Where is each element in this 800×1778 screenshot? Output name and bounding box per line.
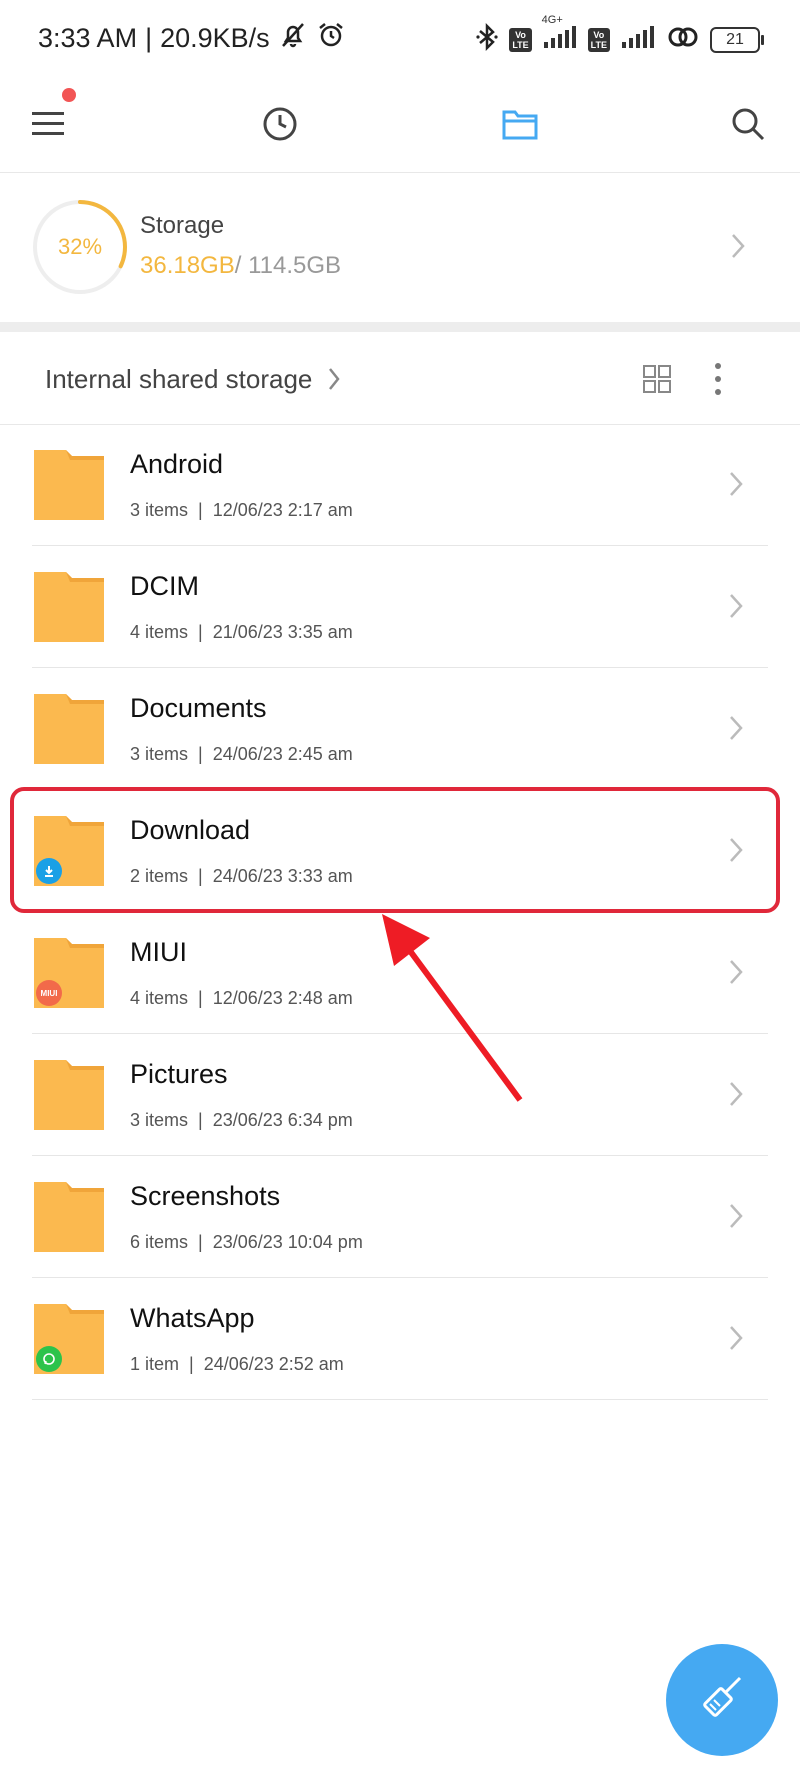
folder-row-dcim[interactable]: DCIM 4 items | 21/06/23 3:35 am xyxy=(0,546,800,668)
folder-meta: 3 items | 23/06/23 6:34 pm xyxy=(130,1110,353,1130)
folder-name: Pictures xyxy=(130,1059,228,1089)
more-options-icon[interactable] xyxy=(712,362,724,401)
folder-icon xyxy=(34,694,104,764)
storage-sizes: 36.18GB/ 114.5GB xyxy=(140,252,341,280)
hotspot-link-icon xyxy=(666,23,700,56)
breadcrumb-current[interactable]: Internal shared storage xyxy=(45,364,312,395)
status-separator: | xyxy=(145,23,153,53)
folder-icon xyxy=(34,572,104,642)
folder-name: DCIM xyxy=(130,571,199,601)
breadcrumb: Internal shared storage xyxy=(0,332,800,425)
battery-indicator: 21 xyxy=(710,26,764,53)
highlight-box xyxy=(10,787,780,913)
volte-badge-2: Vo LTE xyxy=(587,27,610,52)
status-time: 3:33 AM xyxy=(38,23,138,53)
search-icon xyxy=(730,106,766,147)
chevron-right-icon xyxy=(728,1202,744,1235)
folder-icon xyxy=(34,450,104,520)
network-type: 4G+ xyxy=(541,14,563,26)
search-button[interactable] xyxy=(718,96,778,156)
chevron-right-icon xyxy=(730,232,746,265)
chevron-right-icon xyxy=(728,958,744,991)
annotation-arrow xyxy=(382,914,523,1102)
section-divider xyxy=(0,322,800,332)
chevron-right-icon xyxy=(327,366,341,397)
menu-button[interactable] xyxy=(18,88,78,156)
chevron-right-icon xyxy=(728,592,744,625)
folder-meta: 3 items | 24/06/23 2:45 am xyxy=(130,744,353,764)
status-speed: 20.9KB/s xyxy=(160,23,270,53)
folder-name: MIUI xyxy=(130,937,187,967)
folder-meta: 4 items | 12/06/23 2:48 am xyxy=(130,988,353,1008)
folder-name: Android xyxy=(130,449,224,479)
files-button[interactable] xyxy=(490,96,550,156)
bluetooth-icon xyxy=(475,22,499,57)
chevron-right-icon xyxy=(728,1080,744,1113)
folder-row-whatsapp[interactable]: WhatsApp 1 item | 24/06/23 2:52 am xyxy=(0,1278,800,1400)
folder-row-screenshots[interactable]: Screenshots 6 items | 23/06/23 10:04 pm xyxy=(0,1156,800,1278)
storage-total: / 114.5GB xyxy=(234,252,342,279)
menu-icon xyxy=(30,109,66,144)
folder-row-documents[interactable]: Documents 3 items | 24/06/23 2:45 am xyxy=(0,668,800,790)
grid-view-icon[interactable] xyxy=(642,364,672,399)
folder-meta: 3 items | 12/06/23 2:17 am xyxy=(130,500,353,520)
folder-row-android[interactable]: Android 3 items | 12/06/23 2:17 am xyxy=(0,424,800,546)
folder-icon xyxy=(34,1060,104,1130)
folder-name: Screenshots xyxy=(130,1181,281,1211)
alarm-icon xyxy=(316,20,346,57)
clean-button[interactable] xyxy=(666,1644,778,1756)
folder-meta: 4 items | 21/06/23 3:35 am xyxy=(130,622,353,642)
storage-title: Storage xyxy=(140,212,225,239)
miui-badge-icon: MIUI xyxy=(36,980,62,1006)
storage-used: 36.18GB xyxy=(140,252,235,279)
volte-badge-1: Vo LTE xyxy=(509,27,532,52)
chevron-right-icon xyxy=(728,470,744,503)
storage-card[interactable]: 32% Storage 36.18GB/ 114.5GB xyxy=(0,172,800,322)
folder-icon xyxy=(34,1182,104,1252)
recent-clock-icon xyxy=(261,105,299,148)
notification-dot xyxy=(62,88,76,102)
mute-bell-icon xyxy=(278,20,308,57)
folder-name: Documents xyxy=(130,693,267,723)
storage-percent: 32% xyxy=(57,234,103,259)
miui-badge-text: MIUI xyxy=(40,988,58,998)
broom-clean-icon xyxy=(694,1670,750,1731)
signal-icon-2 xyxy=(620,24,656,55)
chevron-right-icon xyxy=(728,714,744,747)
folder-meta: 1 item | 24/06/23 2:52 am xyxy=(130,1354,344,1374)
folder-icon xyxy=(501,106,539,147)
status-bar: 3:33 AM | 20.9KB/s Vo LTE 4G+ Vo LTE 21 xyxy=(0,0,800,80)
chevron-right-icon xyxy=(728,1324,744,1357)
recent-button[interactable] xyxy=(250,96,310,156)
top-toolbar xyxy=(0,80,800,173)
folder-name: WhatsApp xyxy=(130,1303,255,1333)
folder-meta: 6 items | 23/06/23 10:04 pm xyxy=(130,1232,363,1252)
whatsapp-badge-icon xyxy=(36,1346,62,1372)
signal-icon-1: 4G+ xyxy=(542,14,578,55)
